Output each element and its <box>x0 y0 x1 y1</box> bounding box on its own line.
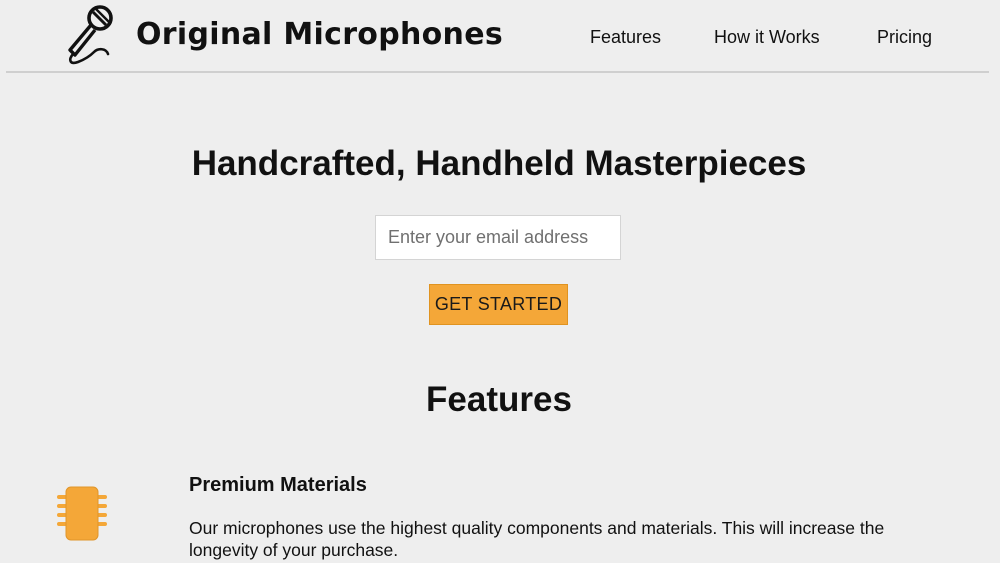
hero-title: Handcrafted, Handheld Masterpieces <box>191 144 807 183</box>
nav-link-features[interactable]: Features <box>590 24 661 50</box>
feature-description: Our microphones use the highest quality … <box>189 518 885 560</box>
brand-logo-link[interactable]: Original Microphones <box>60 2 503 68</box>
feature-heading: Premium Materials <box>189 474 367 496</box>
email-input[interactable] <box>375 215 621 260</box>
get-started-button[interactable]: GET STARTED <box>429 284 568 325</box>
nav-link-pricing[interactable]: Pricing <box>877 24 932 50</box>
microphone-icon <box>62 2 118 68</box>
brand-name: Original Microphones <box>136 17 503 52</box>
landing-page: Original Microphones Features How it Wor… <box>0 0 1000 563</box>
nav-link-how-it-works[interactable]: How it Works <box>714 24 820 50</box>
chip-icon <box>54 486 110 542</box>
features-title: Features <box>426 380 572 419</box>
site-header: Original Microphones Features How it Wor… <box>0 0 1000 73</box>
header-divider <box>6 71 989 73</box>
